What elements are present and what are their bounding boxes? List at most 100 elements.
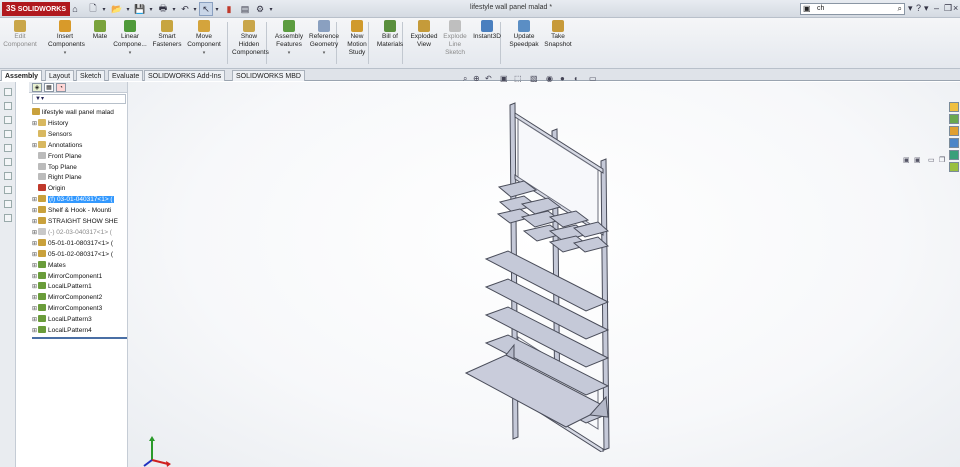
- restore-icon[interactable]: ❐: [944, 3, 952, 14]
- select-icon[interactable]: ↖: [199, 2, 213, 16]
- tile-icon[interactable]: ▣: [914, 156, 921, 164]
- bom-button[interactable]: Bill of Materials: [373, 20, 407, 49]
- edit-appearance-icon[interactable]: ●: [560, 74, 565, 83]
- graphics-area[interactable]: ⌕⊕↶▣⬚▧◉●◐▭ ▣ ▣ ▭ ❐ ×: [127, 74, 960, 467]
- hide-show-icon[interactable]: ◉: [546, 74, 553, 83]
- tree-item[interactable]: Front Plane: [32, 151, 82, 162]
- chevron-down-icon[interactable]: ▾: [307, 49, 341, 57]
- move-component-button[interactable]: Move Component ▾: [187, 20, 221, 57]
- tab-layout[interactable]: Layout: [45, 70, 75, 81]
- toolbar-button-icon[interactable]: [4, 116, 12, 124]
- smart-fasteners-button[interactable]: Smart Fasteners: [150, 20, 184, 49]
- scene-icon[interactable]: ◐: [574, 74, 579, 83]
- design-library-icon[interactable]: [949, 114, 959, 124]
- tree-item[interactable]: ⊞ (-) 02-03-040317<1> (: [32, 227, 112, 238]
- resources-icon[interactable]: [949, 102, 959, 112]
- toolbar-button-icon[interactable]: [4, 200, 12, 208]
- tree-item[interactable]: ⊞ MirrorComponent3: [32, 303, 102, 314]
- minimize-icon[interactable]: ▭: [928, 156, 935, 164]
- search-scope-icon[interactable]: ▣: [803, 4, 811, 14]
- view-palette-icon[interactable]: [949, 138, 959, 148]
- chevron-down-icon[interactable]: ▾: [191, 2, 199, 16]
- close-icon[interactable]: ×: [953, 3, 958, 13]
- property-manager-tab-icon[interactable]: ▦: [44, 83, 54, 92]
- toolbar-button-icon[interactable]: [4, 172, 12, 180]
- tree-item[interactable]: ⊞ History: [32, 118, 68, 129]
- zoom-area-icon[interactable]: ⊕: [473, 74, 480, 83]
- toolbar-button-icon[interactable]: [4, 88, 12, 96]
- tree-item[interactable]: ⊞ LocalLPattern1: [32, 281, 92, 292]
- snapshot-button[interactable]: Take Snapshot: [541, 20, 575, 49]
- file-explorer-icon[interactable]: [949, 126, 959, 136]
- chevron-down-icon[interactable]: ▾: [113, 49, 147, 57]
- tree-item[interactable]: ⊞ (f) 03-01-040317<1> (: [32, 194, 114, 205]
- search-input[interactable]: ▣ ch ⌕: [800, 3, 905, 15]
- options-icon[interactable]: ⚙: [253, 2, 267, 16]
- save-icon[interactable]: 💾: [133, 2, 147, 16]
- tree-item[interactable]: Right Plane: [32, 172, 82, 183]
- toolbar-button-icon[interactable]: [4, 186, 12, 194]
- toolbar-button-icon[interactable]: [4, 158, 12, 166]
- appearances-icon[interactable]: [949, 150, 959, 160]
- wall-panel-model[interactable]: [458, 97, 628, 452]
- previous-view-icon[interactable]: ↶: [485, 74, 492, 83]
- tab-assembly[interactable]: Assembly: [1, 70, 43, 81]
- tree-item[interactable]: Origin: [32, 183, 65, 194]
- motion-study-button[interactable]: New Motion Study: [340, 20, 374, 57]
- filter-input[interactable]: ▼▾: [32, 94, 126, 104]
- chevron-down-icon[interactable]: ▾: [267, 2, 275, 16]
- tab-solidworks-add-ins[interactable]: SOLIDWORKS Add-Ins: [144, 70, 226, 81]
- reference-geometry-button[interactable]: Reference Geometry ▾: [307, 20, 341, 57]
- chevron-down-icon[interactable]: ▾: [924, 3, 929, 14]
- chevron-down-icon[interactable]: ▾: [908, 3, 913, 14]
- minimize-icon[interactable]: –: [934, 3, 939, 13]
- chevron-down-icon[interactable]: ▾: [48, 49, 82, 57]
- chevron-down-icon[interactable]: ▾: [100, 2, 108, 16]
- file-properties-icon[interactable]: ▤: [238, 2, 252, 16]
- toolbar-button-icon[interactable]: [4, 102, 12, 110]
- display-manager-tab-icon[interactable]: ◔: [56, 83, 66, 92]
- tree-item[interactable]: Sensors: [32, 129, 72, 140]
- home-icon[interactable]: ⌂: [68, 2, 82, 16]
- instant3d-button[interactable]: Instant3D: [470, 20, 504, 41]
- tree-item[interactable]: ⊞ LocalLPattern3: [32, 314, 92, 325]
- section-view-icon[interactable]: ▣: [500, 74, 508, 83]
- solidworks-logo[interactable]: 3S SOLIDWORKS: [2, 2, 71, 16]
- search-icon[interactable]: ⌕: [898, 4, 902, 14]
- restore-icon[interactable]: ❐: [939, 156, 945, 164]
- help-icon[interactable]: ?: [916, 3, 921, 13]
- tree-item[interactable]: ⊞ MirrorComponent2: [32, 292, 102, 303]
- tab-sketch[interactable]: Sketch: [76, 70, 106, 81]
- tile-icon[interactable]: ▣: [903, 156, 910, 164]
- chevron-down-icon[interactable]: ▾: [170, 2, 178, 16]
- display-style-icon[interactable]: ▧: [530, 74, 538, 83]
- tree-item[interactable]: ⊞ 05-01-02-080317<1> (: [32, 249, 113, 260]
- view-orientation-icon[interactable]: ⬚: [514, 74, 522, 83]
- linear-pattern-button[interactable]: Linear Compone... ▾: [113, 20, 147, 57]
- explode-line-button[interactable]: Explode Line Sketch: [438, 20, 472, 57]
- rebuild-icon[interactable]: ▮: [222, 2, 236, 16]
- chevron-down-icon[interactable]: ▾: [213, 2, 221, 16]
- toolbar-button-icon[interactable]: [4, 214, 12, 222]
- undo-icon[interactable]: ↶: [178, 2, 192, 16]
- tree-item[interactable]: ⊞ MirrorComponent1: [32, 271, 102, 282]
- open-icon[interactable]: 📂: [110, 2, 124, 16]
- tree-item[interactable]: ⊞ Mates: [32, 260, 66, 271]
- show-hidden-button[interactable]: Show Hidden Components: [232, 20, 269, 57]
- tree-item[interactable]: ⊞ STRAIGHT SHOW SHE: [32, 216, 118, 227]
- custom-properties-icon[interactable]: [949, 162, 959, 172]
- assembly-features-button[interactable]: Assembly Features ▾: [272, 20, 306, 57]
- tree-item[interactable]: Top Plane: [32, 162, 77, 173]
- speedpak-button[interactable]: Update Speedpak: [507, 20, 541, 49]
- chevron-down-icon[interactable]: ▾: [187, 49, 221, 57]
- print-icon[interactable]: 🖶: [156, 2, 170, 16]
- edit-component-button[interactable]: Edit Component: [3, 20, 37, 49]
- zoom-to-fit-icon[interactable]: ⌕: [463, 74, 467, 84]
- tree-item[interactable]: ⊞ 05-01-01-080317<1> (: [32, 238, 113, 249]
- tree-item[interactable]: ⊞ Shelf & Hook - Mounti: [32, 205, 111, 216]
- view-settings-icon[interactable]: ▭: [589, 74, 597, 83]
- exploded-view-button[interactable]: Exploded View: [407, 20, 441, 49]
- tree-item[interactable]: lifestyle wall panel malad: [32, 107, 114, 118]
- tree-item[interactable]: ⊞ Annotations: [32, 140, 82, 151]
- mate-button[interactable]: Mate: [83, 20, 117, 41]
